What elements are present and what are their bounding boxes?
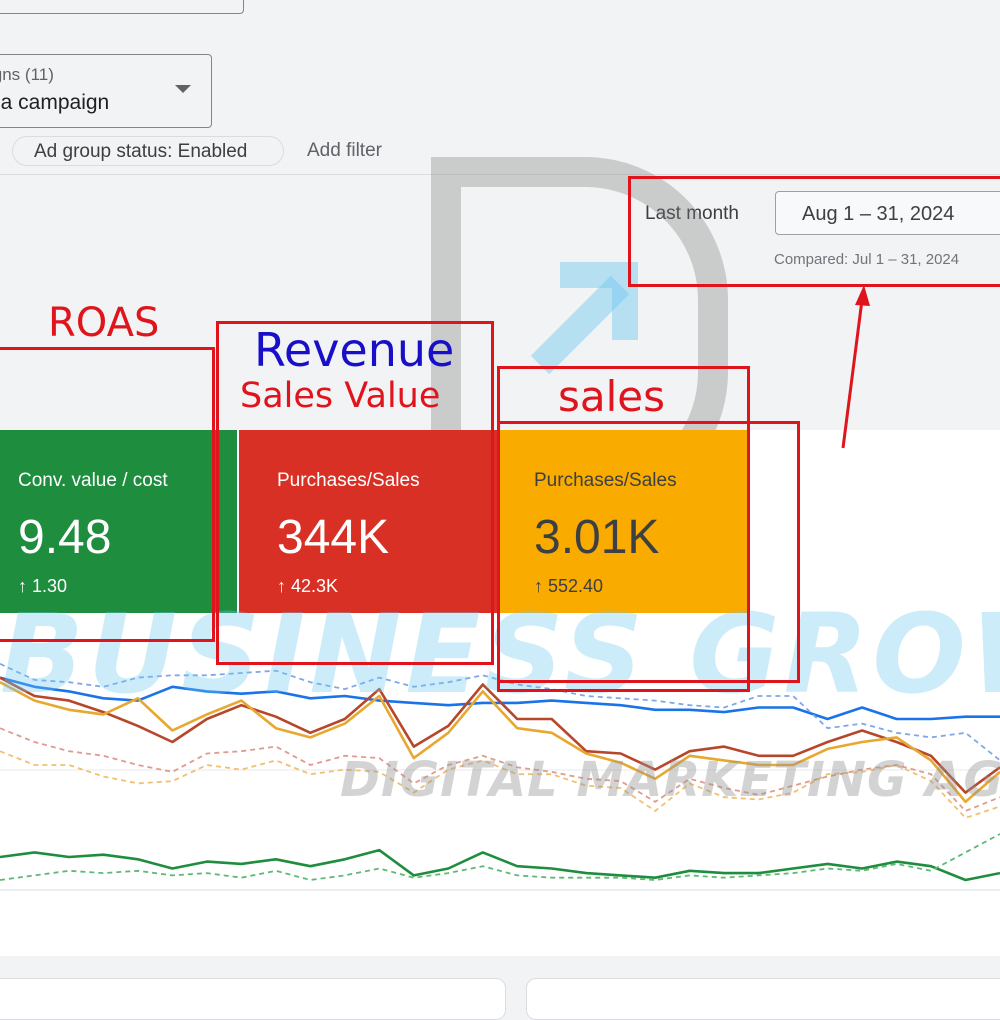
metric-tile-conv-value-cost[interactable]: Conv. value / cost 9.48 ↑ 1.30 — [0, 430, 237, 613]
chart-series-line-7 — [0, 833, 1000, 881]
metric-label: Conv. value / cost — [18, 470, 168, 491]
metric-tile-purchases-sales-value[interactable]: Purchases/Sales 344K ↑ 42.3K — [239, 430, 497, 613]
metric-change: ↑ 552.40 — [534, 576, 603, 597]
metric-label: Purchases/Sales — [277, 470, 420, 491]
metric-change-value: 552.40 — [548, 576, 604, 596]
metric-value: 344K — [277, 511, 390, 564]
chart-series-line-3 — [0, 848, 1000, 882]
metric-change-value: 1.30 — [32, 576, 68, 596]
metric-change-value: 42.3K — [291, 576, 339, 596]
arrow-up-icon: ↑ — [18, 576, 27, 596]
performance-line-chart — [0, 662, 1000, 891]
bottom-card-left — [0, 978, 506, 1020]
metric-label: Purchases/Sales — [534, 470, 677, 491]
metric-change: ↑ 42.3K — [277, 576, 338, 597]
metric-tile-purchases-sales[interactable]: Purchases/Sales 3.01K ↑ 552.40 — [499, 430, 750, 613]
arrow-up-icon: ↑ — [534, 576, 543, 596]
arrow-up-icon: ↑ — [277, 576, 286, 596]
bottom-card-right — [526, 978, 1000, 1020]
metric-value: 3.01K — [534, 511, 660, 564]
metric-value: 9.48 — [18, 511, 112, 564]
chart-series-line-0 — [0, 676, 1000, 721]
metric-change: ↑ 1.30 — [18, 576, 67, 597]
